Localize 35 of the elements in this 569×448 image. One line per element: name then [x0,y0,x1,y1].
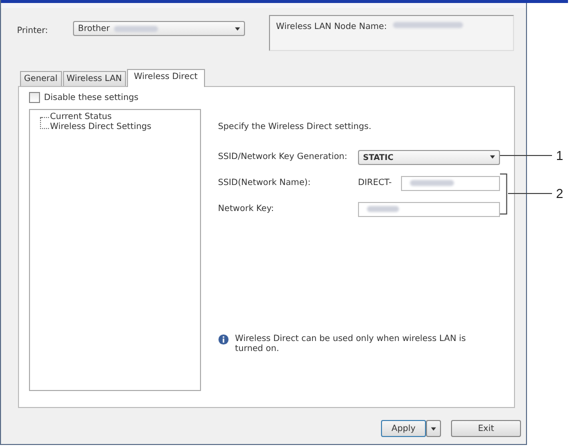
leader-line [508,193,552,194]
exit-button[interactable]: Exit [451,420,521,437]
note-text: Wireless Direct can be used only when wireless LAN is turned on. [235,334,467,354]
node-name-label: Wireless LAN Node Name: [276,22,387,32]
callout-number: 2 [556,186,564,201]
input-field[interactable] [358,202,500,216]
input-field[interactable] [401,176,500,190]
caret-icon [490,155,495,159]
caret-icon [235,26,240,30]
printer-dropdown[interactable]: Brother [73,21,245,36]
callout-number: 1 [556,148,564,163]
ssid-prefix: DIRECT- [358,178,393,188]
field-label: SSID/Network Key Generation: [218,152,348,162]
blurred-text [392,22,463,28]
tab[interactable]: Wireless LAN [62,71,126,86]
blurred-text [114,26,158,32]
apply-menu-button[interactable] [426,420,441,437]
field-label: SSID(Network Name): [218,178,312,188]
checkbox-label: Disable these settings [44,92,138,102]
leader-line [500,155,552,156]
generation-dropdown[interactable]: STATIC [358,150,500,164]
tab[interactable]: Wireless Direct [126,69,205,87]
intro-text: Specify the Wireless Direct settings. [218,122,372,132]
tree-lines [40,117,49,129]
apply-button[interactable]: Apply [381,420,426,437]
field-label: Network Key: [218,204,275,214]
tab[interactable]: General [20,71,62,86]
printer-label: Printer: [17,26,49,36]
tree-item[interactable]: Wireless Direct Settings [50,122,200,132]
tree-item[interactable]: Current Status [50,112,200,122]
blurred-text [410,180,454,186]
checkbox[interactable] [29,92,40,103]
info-icon [218,334,229,345]
caret-icon [431,426,436,430]
blurred-text [367,206,399,212]
